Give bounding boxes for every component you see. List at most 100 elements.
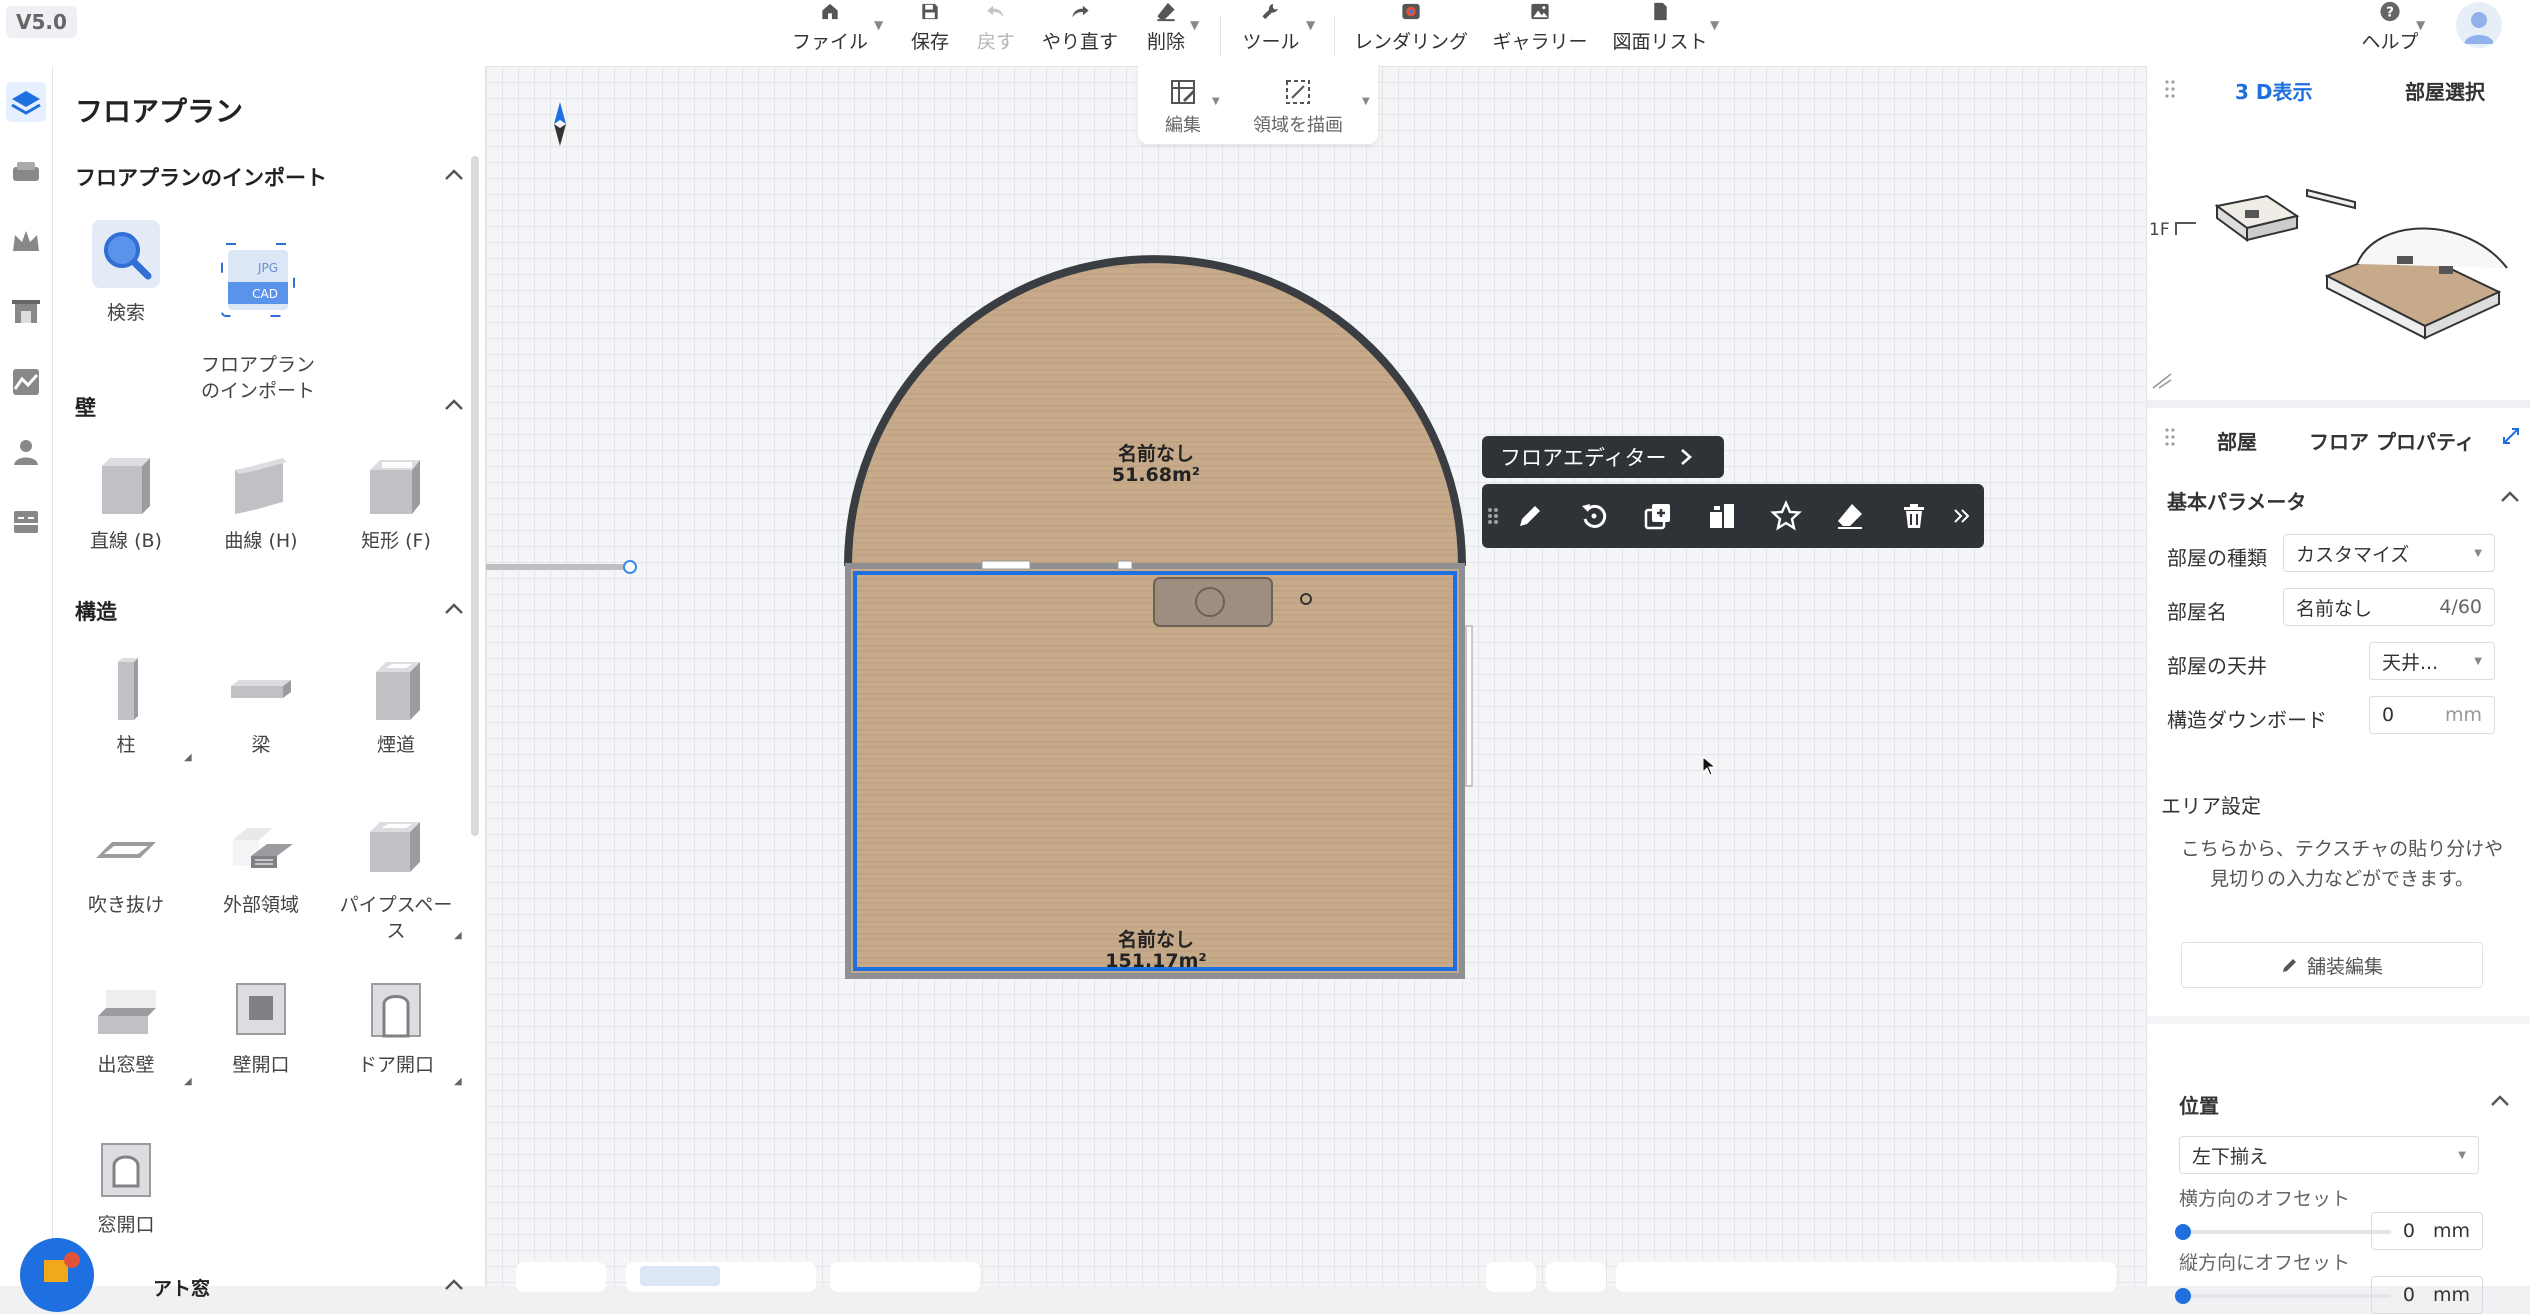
- gallery-button[interactable]: ギャラリー: [1490, 0, 1590, 66]
- void-item[interactable]: 吹き抜け: [61, 816, 191, 918]
- straight-wall-item[interactable]: 直線 (B): [61, 452, 191, 554]
- expand-corner-icon[interactable]: ◢: [184, 1076, 192, 1087]
- layer-button[interactable]: [1546, 1262, 1606, 1292]
- h-offset-slider[interactable]: [2181, 1230, 2391, 1234]
- trash-icon[interactable]: [1898, 500, 1930, 532]
- room-label[interactable]: 名前なし 51.68m²: [1066, 444, 1246, 486]
- display-mode-group[interactable]: [626, 1262, 816, 1292]
- chevron-up-icon[interactable]: [443, 602, 465, 616]
- help-button[interactable]: ? ヘルプ: [2350, 0, 2430, 66]
- rail-person-button[interactable]: [6, 432, 46, 472]
- split-room-icon[interactable]: [1706, 500, 1738, 532]
- file-menu-button[interactable]: ファイル: [790, 0, 870, 66]
- import-floorplan-item[interactable]: JPG CAD フロアプラン のインポート: [193, 216, 323, 404]
- assistant-bubble-button[interactable]: [20, 1238, 94, 1312]
- floor-level-label[interactable]: 1F: [2149, 220, 2170, 240]
- window-opening-item[interactable]: 窓開口: [61, 1136, 191, 1238]
- zoom-controls[interactable]: [1616, 1262, 2116, 1292]
- rail-structure-button[interactable]: [6, 292, 46, 332]
- paving-edit-button[interactable]: 舗装編集: [2181, 942, 2483, 988]
- rail-furniture-button[interactable]: [6, 152, 46, 192]
- v-offset-input[interactable]: 0 mm: [2371, 1276, 2483, 1314]
- edit-caret-icon[interactable]: ▼: [1212, 96, 1220, 107]
- rotate-icon[interactable]: [1578, 500, 1610, 532]
- redo-button[interactable]: やり直す: [1036, 0, 1124, 66]
- draw-area-button[interactable]: 領域を描画: [1238, 78, 1358, 137]
- room-name-input[interactable]: 名前なし 4/60: [2283, 588, 2495, 626]
- chevron-up-icon[interactable]: [2489, 1094, 2511, 1108]
- bay-window-wall-item[interactable]: 出窓壁: [61, 976, 191, 1078]
- wall-opening-item[interactable]: 壁開口: [196, 976, 326, 1078]
- tools-caret-icon[interactable]: ▼: [1306, 18, 1315, 32]
- room-rectangle[interactable]: [848, 566, 1462, 976]
- save-button[interactable]: 保存: [900, 0, 960, 66]
- v-offset-slider-knob[interactable]: [2175, 1288, 2191, 1304]
- tools-menu-button[interactable]: ツール: [1236, 0, 1306, 66]
- expand-more-icon[interactable]: [1952, 500, 1972, 532]
- drawing-list-caret-icon[interactable]: ▼: [1710, 18, 1719, 32]
- panel-scrollbar[interactable]: [471, 156, 479, 836]
- door-marker[interactable]: [1465, 625, 1473, 787]
- flue-item[interactable]: 煙道: [331, 656, 461, 758]
- expand-icon[interactable]: [2501, 426, 2521, 446]
- drawing-list-button[interactable]: 図面リスト: [1610, 0, 1710, 66]
- rail-terrain-button[interactable]: [6, 362, 46, 402]
- ceiling-select[interactable]: 天井... ▼: [2369, 642, 2495, 680]
- chevron-up-icon[interactable]: [443, 1278, 465, 1292]
- pipe-space-item[interactable]: パイプスペース: [331, 816, 461, 944]
- drag-handle-icon[interactable]: [2165, 426, 2175, 448]
- tab-room-select[interactable]: 部屋選択: [2405, 76, 2485, 105]
- draw-area-caret-icon[interactable]: ▼: [1362, 96, 1370, 107]
- avatar[interactable]: [2456, 2, 2502, 48]
- duplicate-icon[interactable]: [1642, 500, 1674, 532]
- help-caret-icon[interactable]: ▼: [2416, 18, 2425, 32]
- tab-floor-properties[interactable]: フロア プロパティ: [2309, 426, 2475, 455]
- room-semicircle[interactable]: [848, 259, 1462, 566]
- floorplan-canvas[interactable]: 名前なし 51.68m² 名前なし 151.17m²: [486, 66, 2146, 1286]
- sofa-furniture[interactable]: [1153, 577, 1273, 627]
- expand-corner-icon[interactable]: ◢: [454, 1076, 462, 1087]
- room-label[interactable]: 名前なし 151.17m²: [1066, 930, 1246, 972]
- chevron-up-icon[interactable]: [443, 398, 465, 412]
- tab-room[interactable]: 部屋: [2217, 426, 2257, 455]
- column-item[interactable]: 柱: [61, 656, 191, 758]
- wall-endpoint-handle[interactable]: [623, 560, 637, 574]
- delete-caret-icon[interactable]: ▼: [1190, 18, 1199, 32]
- beam-item[interactable]: 梁: [196, 656, 326, 758]
- downboard-input[interactable]: 0 mm: [2369, 696, 2495, 734]
- outer-area-item[interactable]: 外部領域: [196, 816, 326, 918]
- curved-wall-item[interactable]: 曲線 (H): [196, 452, 326, 554]
- lock-button[interactable]: [1486, 1262, 1536, 1292]
- v-offset-slider[interactable]: [2181, 1294, 2391, 1298]
- chevron-up-icon[interactable]: [443, 168, 465, 182]
- door-opening-item[interactable]: ドア開口: [331, 976, 461, 1078]
- pencil-icon[interactable]: [1514, 500, 1546, 532]
- alignment-select[interactable]: 左下揃え ▼: [2179, 1136, 2479, 1174]
- undo-button[interactable]: 戻す: [966, 0, 1026, 66]
- view-mode-group[interactable]: [516, 1262, 606, 1292]
- expand-corner-icon[interactable]: ◢: [454, 930, 462, 941]
- 3d-preview[interactable]: 1F: [2147, 116, 2530, 400]
- edit-button[interactable]: 編集: [1158, 78, 1208, 137]
- rail-cabinet-button[interactable]: [6, 502, 46, 542]
- delete-button[interactable]: 削除: [1136, 0, 1196, 66]
- tab-3d-view[interactable]: 3 D表示: [2235, 76, 2312, 105]
- window-marker[interactable]: [981, 560, 1031, 570]
- rect-wall-item[interactable]: 矩形 (F): [331, 452, 461, 554]
- h-offset-input[interactable]: 0 mm: [2371, 1212, 2483, 1250]
- drag-handle-icon[interactable]: [2165, 78, 2175, 100]
- resize-handle-icon[interactable]: [2151, 372, 2173, 390]
- eraser-icon[interactable]: [1834, 500, 1866, 532]
- floor-editor-button[interactable]: フロアエディター: [1482, 436, 1724, 478]
- floorplan-drawing[interactable]: [486, 66, 2146, 1286]
- expand-corner-icon[interactable]: ◢: [184, 752, 192, 763]
- rail-decor-button[interactable]: [6, 222, 46, 262]
- star-icon[interactable]: [1770, 500, 1802, 532]
- h-offset-slider-knob[interactable]: [2175, 1224, 2191, 1240]
- wall-segment[interactable]: [486, 564, 630, 570]
- file-caret-icon[interactable]: ▼: [874, 18, 883, 32]
- opening-marker[interactable]: [1117, 560, 1133, 570]
- drag-handle-icon[interactable]: [1486, 500, 1500, 532]
- rendering-button[interactable]: レンダリング: [1352, 0, 1470, 66]
- measure-tools-group[interactable]: [830, 1262, 980, 1292]
